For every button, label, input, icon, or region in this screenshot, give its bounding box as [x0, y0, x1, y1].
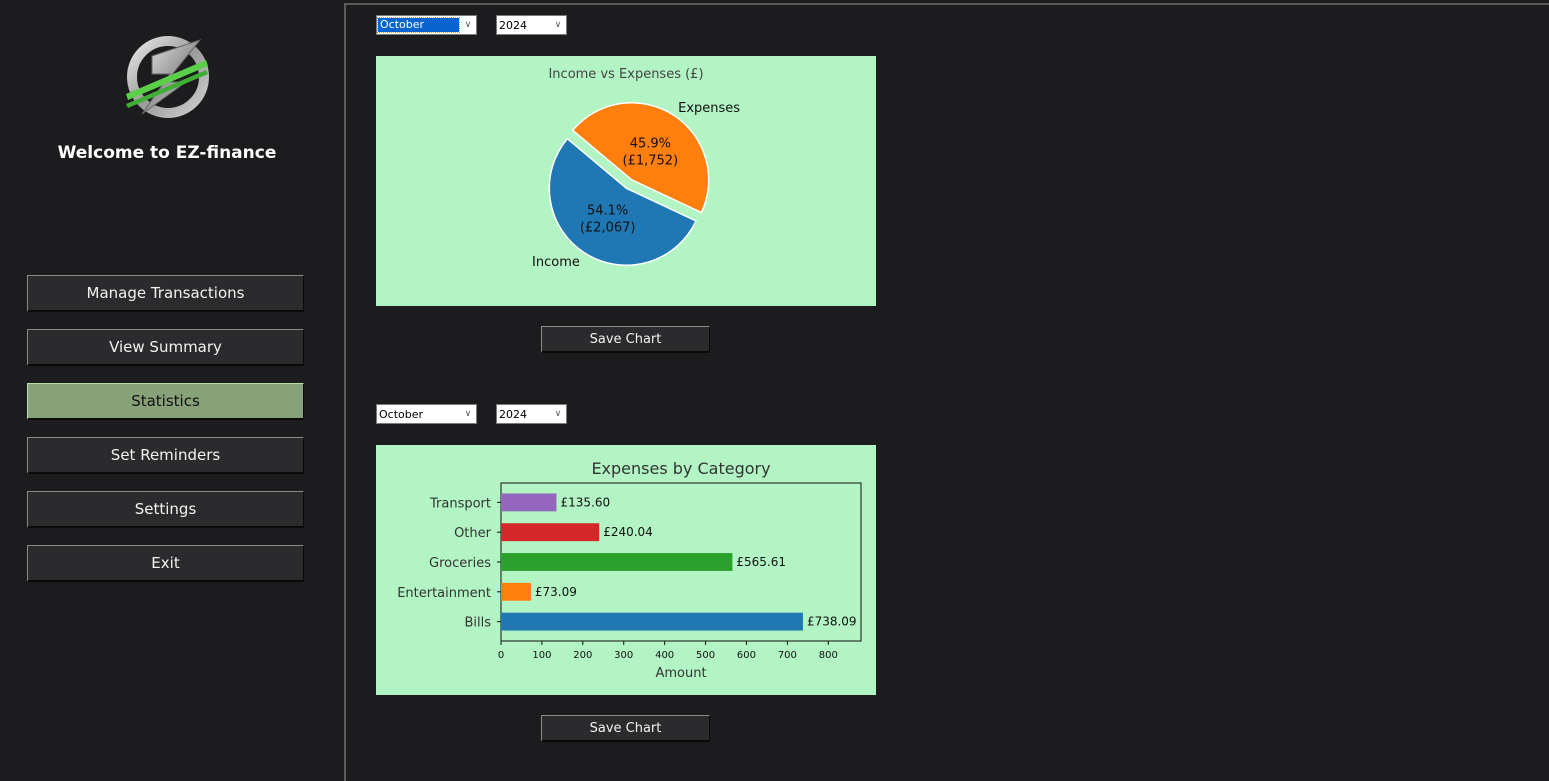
pie-month-value: October [377, 17, 460, 33]
bar-bills [501, 612, 803, 631]
nav-manage-transactions-button[interactable]: Manage Transactions [27, 275, 304, 312]
ez-logo-icon [126, 36, 209, 118]
pie-year-value: 2024 [499, 18, 527, 32]
pie-year-select[interactable]: 2024 ∨ [496, 15, 567, 35]
bar-year-select[interactable]: 2024 ∨ [496, 404, 567, 424]
y-tick-label: Groceries [429, 556, 491, 571]
y-tick-label: Bills [464, 616, 491, 631]
y-tick-label: Entertainment [397, 586, 491, 601]
sidebar: Welcome to EZ-finance Manage Transaction… [0, 0, 344, 781]
nav-statistics-button[interactable]: Statistics [27, 383, 304, 420]
nav-exit-button[interactable]: Exit [27, 545, 304, 582]
bar-groceries [501, 553, 733, 571]
y-tick-label: Other [454, 526, 492, 541]
x-tick-label: 0 [498, 650, 504, 661]
bar-year-value: 2024 [499, 407, 527, 421]
pie-label-income: Income [532, 255, 580, 270]
nav-set-reminders-button[interactable]: Set Reminders [27, 437, 304, 474]
chevron-down-icon: ∨ [554, 20, 562, 30]
welcome-title: Welcome to EZ-finance [57, 143, 277, 163]
pie-chart-container: Income vs Expenses (£) Income Expenses 5… [376, 56, 876, 306]
chevron-down-icon: ∨ [464, 20, 472, 30]
save-bar-chart-button[interactable]: Save Chart [541, 715, 710, 742]
pie-amount-income: (£2,067) [580, 220, 636, 235]
x-tick-label: 800 [819, 650, 838, 661]
income-expenses-pie-chart: Income vs Expenses (£) Income Expenses 5… [532, 67, 740, 270]
bar-value-label: £240.04 [603, 525, 653, 539]
bar-value-label: £565.61 [736, 555, 786, 569]
nav-view-summary-button[interactable]: View Summary [27, 329, 304, 366]
x-tick-label: 700 [778, 650, 797, 661]
pie-percent-income: 54.1% [587, 203, 628, 218]
bar-month-select[interactable]: October ∨ [376, 404, 477, 424]
bar-chart-container: Expenses by Category Bills £738.09 Enterta… [376, 445, 876, 695]
bar-title: Expenses by Category [591, 459, 770, 478]
bar-value-label: £135.60 [560, 495, 610, 509]
bar-other [501, 523, 600, 542]
bar-transport [501, 493, 557, 512]
save-pie-chart-button[interactable]: Save Chart [541, 326, 710, 353]
x-tick-label: 500 [696, 650, 715, 661]
x-tick-label: 400 [655, 650, 674, 661]
bar-value-label: £738.09 [807, 615, 857, 629]
nav-settings-button[interactable]: Settings [27, 491, 304, 528]
pie-month-select[interactable]: October ∨ [376, 15, 477, 35]
y-tick-label: Transport [429, 496, 491, 511]
x-tick-label: 600 [737, 650, 756, 661]
bar-entertainment [501, 582, 531, 601]
bar-month-value: October [379, 407, 424, 421]
pie-title: Income vs Expenses (£) [548, 67, 703, 82]
bar-xlabel: Amount [655, 666, 706, 681]
x-tick-label: 200 [573, 650, 592, 661]
chevron-down-icon: ∨ [554, 409, 562, 419]
x-tick-label: 100 [532, 650, 551, 661]
expenses-by-category-bar-chart: Expenses by Category Bills £738.09 Enterta… [397, 459, 862, 681]
x-tick-label: 300 [614, 650, 633, 661]
bar-value-label: £73.09 [535, 585, 577, 599]
pie-amount-expenses: (£1,752) [623, 154, 679, 169]
chevron-down-icon: ∨ [464, 409, 472, 419]
pie-percent-expenses: 45.9% [630, 137, 671, 152]
pie-label-expenses: Expenses [678, 101, 740, 116]
